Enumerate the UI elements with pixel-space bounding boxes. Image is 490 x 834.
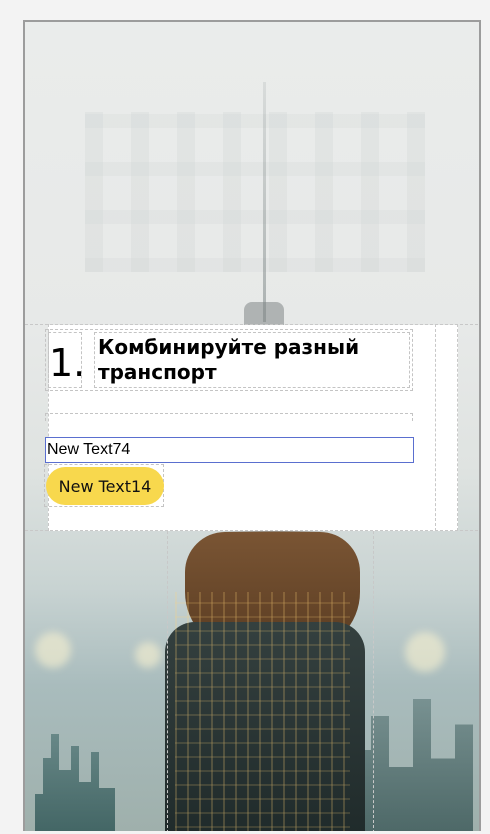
- step-heading-cell[interactable]: Комбинируйте разный транспорт: [94, 332, 410, 388]
- text-field[interactable]: [45, 437, 414, 463]
- guide-line: [435, 324, 436, 531]
- step-number-cell[interactable]: 1.: [48, 332, 86, 388]
- slide-canvas[interactable]: [23, 20, 481, 831]
- pill-button[interactable]: New Text14: [46, 467, 164, 505]
- bokeh-light: [35, 632, 71, 668]
- guide-line: [373, 531, 374, 831]
- step-heading: Комбинируйте разный транспорт: [98, 335, 360, 384]
- spacer-block[interactable]: [45, 413, 413, 421]
- guide-line: [167, 531, 168, 831]
- guide-line: [25, 324, 479, 325]
- pill-button-wrapper[interactable]: New Text14: [44, 464, 164, 507]
- background-building-windows: [85, 112, 425, 272]
- step-heading-row[interactable]: 1. Комбинируйте разный транспорт: [45, 329, 413, 391]
- overlay-skyscraper: [175, 592, 350, 831]
- tv-tower-spire: [263, 82, 266, 322]
- bokeh-light: [405, 632, 445, 672]
- guide-line: [25, 530, 479, 531]
- guide-line: [457, 324, 458, 531]
- step-number: 1.: [49, 341, 86, 385]
- tv-tower-top: [244, 302, 284, 326]
- bokeh-light: [135, 642, 161, 668]
